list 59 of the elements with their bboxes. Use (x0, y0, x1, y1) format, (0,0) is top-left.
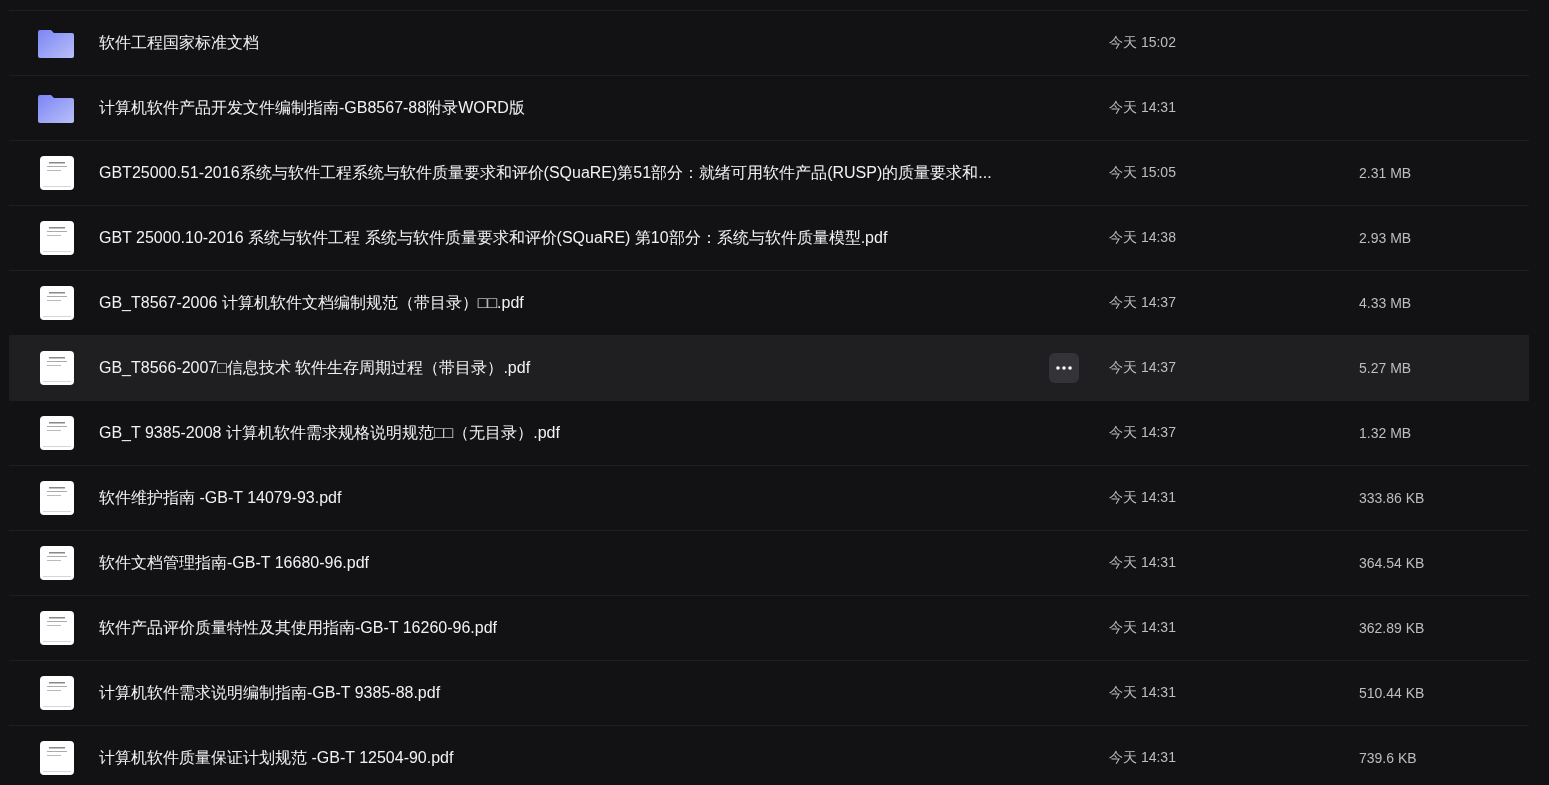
more-button[interactable] (1049, 353, 1079, 383)
file-row[interactable]: 软件文档管理指南-GB-T 16680-96.pdf 今天 14:31 364.54 KB (9, 530, 1529, 595)
file-row[interactable]: 计算机软件产品开发文件编制指南-GB8567-88附录WORD版 今天 14:31 (9, 75, 1529, 140)
file-size: 2.31 MB (1359, 165, 1412, 181)
modified-time: 今天 14:31 (1109, 749, 1177, 767)
file-name: 计算机软件需求说明编制指南-GB-T 9385-88.pdf (99, 682, 442, 703)
document-thumbnail-icon (40, 546, 74, 580)
document-thumbnail-icon (40, 481, 74, 515)
modified-time: 今天 14:31 (1109, 554, 1177, 572)
modified-time: 今天 14:37 (1109, 424, 1177, 442)
file-name: 软件产品评价质量特性及其使用指南-GB-T 16260-96.pdf (99, 617, 498, 638)
file-row[interactable]: GB_T8566-2007□信息技术 软件生存周期过程（带目录）.pdf 今天 14:37 5.27 MB (9, 335, 1529, 400)
file-name: GB_T 9385-2008 计算机软件需求规格说明规范□□（无目录）.pdf (99, 422, 561, 443)
modified-time: 今天 15:02 (1109, 34, 1177, 52)
file-row[interactable]: 计算机软件质量保证计划规范 -GB-T 12504-90.pdf 今天 14:31 739.6 KB (9, 725, 1529, 785)
modified-time: 今天 14:37 (1109, 294, 1177, 312)
folder-icon (38, 93, 74, 123)
folder-icon (38, 28, 74, 58)
file-size: 510.44 KB (1359, 685, 1425, 701)
file-row[interactable]: 软件工程国家标准文档 今天 15:02 (9, 10, 1529, 75)
file-name: GBT 25000.10-2016 系统与软件工程 系统与软件质量要求和评价(SQuaRE) 第10部分：系统与软件质量模型.pdf (99, 227, 889, 248)
modified-time: 今天 14:31 (1109, 619, 1177, 637)
file-size: 364.54 KB (1359, 555, 1425, 571)
file-name: 计算机软件产品开发文件编制指南-GB8567-88附录WORD版 (99, 97, 526, 118)
file-name: 软件文档管理指南-GB-T 16680-96.pdf (99, 552, 370, 573)
modified-time: 今天 14:37 (1109, 359, 1177, 377)
file-size: 362.89 KB (1359, 620, 1425, 636)
modified-time: 今天 14:31 (1109, 99, 1177, 117)
modified-time: 今天 15:05 (1109, 164, 1177, 182)
modified-time: 今天 14:31 (1109, 489, 1177, 507)
file-row[interactable]: 计算机软件需求说明编制指南-GB-T 9385-88.pdf 今天 14:31 510.44 KB (9, 660, 1529, 725)
modified-time: 今天 14:31 (1109, 684, 1177, 702)
document-thumbnail-icon (40, 676, 74, 710)
file-size: 1.32 MB (1359, 425, 1412, 441)
file-row[interactable]: 软件维护指南 -GB-T 14079-93.pdf 今天 14:31 333.86 KB (9, 465, 1529, 530)
more-icon (1056, 366, 1072, 370)
file-name: GB_T8566-2007□信息技术 软件生存周期过程（带目录）.pdf (99, 357, 532, 378)
file-name: 软件工程国家标准文档 (99, 32, 260, 53)
file-size: 739.6 KB (1359, 750, 1417, 766)
file-size: 333.86 KB (1359, 490, 1425, 506)
document-thumbnail-icon (40, 741, 74, 775)
document-thumbnail-icon (40, 611, 74, 645)
file-size: 2.93 MB (1359, 230, 1412, 246)
file-size: 5.27 MB (1359, 360, 1412, 376)
modified-time: 今天 14:38 (1109, 229, 1177, 247)
file-row[interactable]: GB_T 9385-2008 计算机软件需求规格说明规范□□（无目录）.pdf 今天 14:37 1.32 MB (9, 400, 1529, 465)
document-thumbnail-icon (40, 351, 74, 385)
document-thumbnail-icon (40, 156, 74, 190)
file-row[interactable]: GBT 25000.10-2016 系统与软件工程 系统与软件质量要求和评价(SQuaRE) 第10部分：系统与软件质量模型.pdf 今天 14:38 2.93 MB (9, 205, 1529, 270)
file-name: GBT25000.51-2016系统与软件工程系统与软件质量要求和评价(SQuaRE)第51部分：就绪可用软件产品(RUSP)的质量要求和... (99, 162, 993, 183)
document-thumbnail-icon (40, 416, 74, 450)
document-thumbnail-icon (40, 221, 74, 255)
document-thumbnail-icon (40, 286, 74, 320)
file-row[interactable]: GBT25000.51-2016系统与软件工程系统与软件质量要求和评价(SQuaRE)第51部分：就绪可用软件产品(RUSP)的质量要求和... 今天 15:05 2.31 MB (9, 140, 1529, 205)
file-row[interactable]: 软件产品评价质量特性及其使用指南-GB-T 16260-96.pdf 今天 14:31 362.89 KB (9, 595, 1529, 660)
file-name: 软件维护指南 -GB-T 14079-93.pdf (99, 487, 343, 508)
file-size: 4.33 MB (1359, 295, 1412, 311)
file-name: 计算机软件质量保证计划规范 -GB-T 12504-90.pdf (99, 747, 455, 768)
file-name: GB_T8567-2006 计算机软件文档编制规范（带目录）□□.pdf (99, 292, 525, 313)
